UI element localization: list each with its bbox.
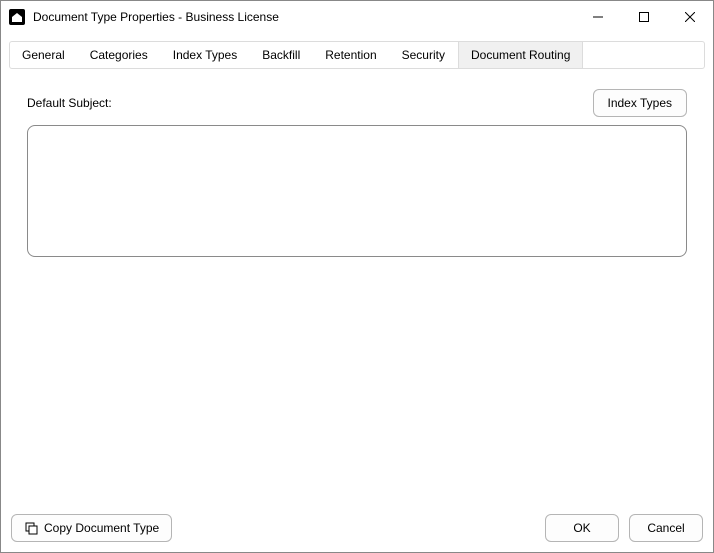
copy-icon — [24, 521, 38, 535]
window-title: Document Type Properties - Business Lice… — [33, 10, 279, 24]
tab-backfill[interactable]: Backfill — [250, 42, 313, 68]
maximize-button[interactable] — [621, 1, 667, 33]
app-icon — [9, 9, 25, 25]
title-bar: Document Type Properties - Business Lice… — [1, 1, 713, 33]
tab-categories[interactable]: Categories — [78, 42, 161, 68]
default-subject-label: Default Subject: — [27, 96, 112, 110]
default-subject-input[interactable] — [27, 125, 687, 257]
footer-right: OK Cancel — [545, 514, 703, 542]
cancel-button[interactable]: Cancel — [629, 514, 703, 542]
document-routing-panel: Default Subject: Index Types — [1, 69, 713, 506]
tab-strip: GeneralCategoriesIndex TypesBackfillRete… — [9, 41, 705, 69]
window-controls — [575, 1, 713, 33]
tab-retention[interactable]: Retention — [313, 42, 389, 68]
tab-security[interactable]: Security — [390, 42, 458, 68]
copy-document-type-button[interactable]: Copy Document Type — [11, 514, 172, 542]
close-button[interactable] — [667, 1, 713, 33]
dialog-footer: Copy Document Type OK Cancel — [1, 506, 713, 552]
tab-strip-container: GeneralCategoriesIndex TypesBackfillRete… — [1, 33, 713, 69]
copy-document-type-label: Copy Document Type — [44, 521, 159, 535]
tab-index-types[interactable]: Index Types — [161, 42, 251, 68]
tab-document-routing[interactable]: Document Routing — [458, 42, 583, 68]
tab-general[interactable]: General — [10, 42, 78, 68]
index-types-button[interactable]: Index Types — [593, 89, 688, 117]
subject-header-row: Default Subject: Index Types — [27, 89, 687, 117]
ok-button[interactable]: OK — [545, 514, 619, 542]
minimize-button[interactable] — [575, 1, 621, 33]
